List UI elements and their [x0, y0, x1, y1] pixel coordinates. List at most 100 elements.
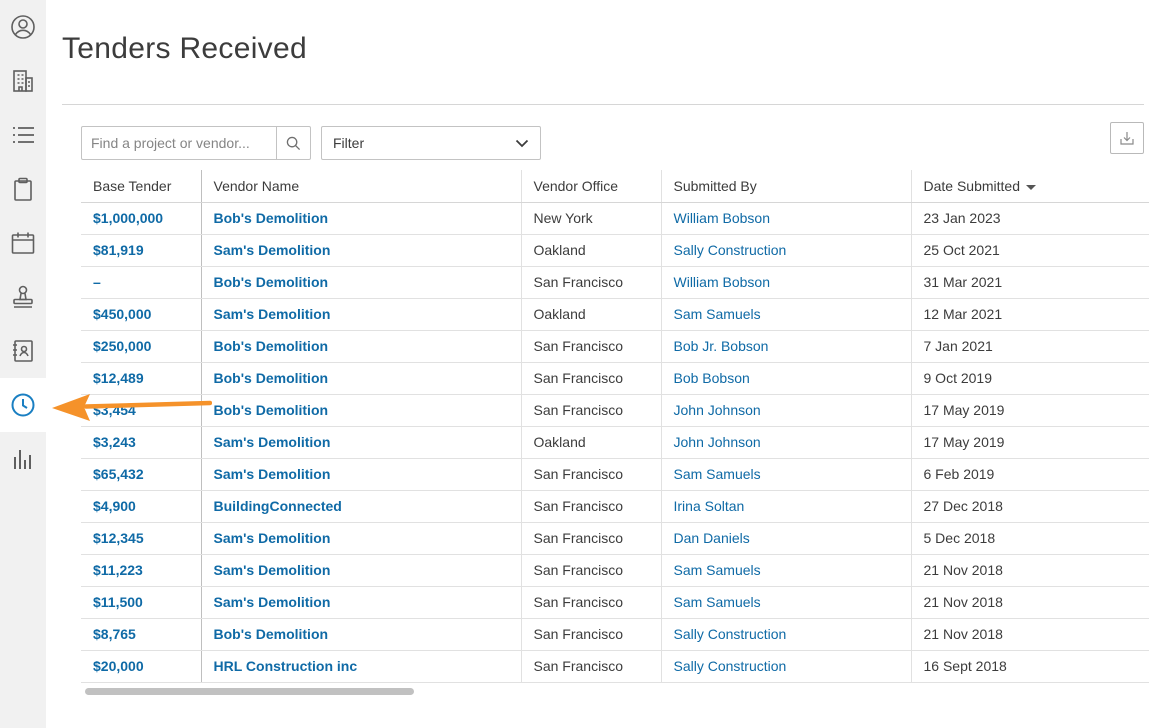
- tenders-table: Base Tender Vendor Name Vendor Office Su…: [81, 170, 1149, 683]
- submitted-by-link[interactable]: Sam Samuels: [660, 458, 911, 491]
- submitted-by-link[interactable]: Dan Daniels: [660, 522, 911, 555]
- horizontal-scrollbar[interactable]: [85, 688, 414, 695]
- calendar-icon: [11, 232, 35, 254]
- vendor-name-link[interactable]: Bob's Demolition: [200, 202, 521, 235]
- column-header-date-submitted[interactable]: Date Submitted: [910, 170, 1149, 203]
- submitted-by-link[interactable]: Sally Construction: [660, 234, 911, 267]
- base-tender-cell[interactable]: $250,000: [81, 330, 202, 363]
- table-row: $20,000 HRL Construction inc San Francisco…: [81, 650, 1149, 683]
- base-tender-cell[interactable]: $81,919: [81, 234, 202, 267]
- column-header-vendor-office[interactable]: Vendor Office: [520, 170, 661, 203]
- clock-icon: [11, 393, 35, 417]
- vendor-office-cell: San Francisco: [520, 490, 661, 523]
- list-icon: [13, 127, 34, 143]
- vendor-office-cell: San Francisco: [520, 394, 661, 427]
- vendor-office-cell: Oakland: [520, 298, 661, 331]
- column-header-vendor-name[interactable]: Vendor Name: [200, 170, 521, 203]
- base-tender-cell[interactable]: $450,000: [81, 298, 202, 331]
- submitted-by-link[interactable]: Irina Soltan: [660, 490, 911, 523]
- filter-dropdown[interactable]: Filter: [321, 126, 541, 160]
- stamp-icon: [13, 285, 33, 308]
- date-submitted-cell: 17 May 2019: [910, 426, 1149, 459]
- base-tender-cell[interactable]: $8,765: [81, 618, 202, 651]
- sidebar-item-clipboard[interactable]: [0, 162, 46, 216]
- vendor-name-link[interactable]: Sam's Demolition: [200, 234, 521, 267]
- base-tender-cell[interactable]: $65,432: [81, 458, 202, 491]
- table-row: $12,489 Bob's Demolition San Francisco Bob …: [81, 362, 1149, 395]
- base-tender-cell[interactable]: $4,900: [81, 490, 202, 523]
- submitted-by-link[interactable]: Sam Samuels: [660, 586, 911, 619]
- submitted-by-link[interactable]: Sam Samuels: [660, 554, 911, 587]
- vendor-office-cell: San Francisco: [520, 618, 661, 651]
- date-submitted-cell: 23 Jan 2023: [910, 202, 1149, 235]
- sidebar-item-contacts[interactable]: [0, 324, 46, 378]
- vendor-name-link[interactable]: Sam's Demolition: [200, 298, 521, 331]
- user-circle-icon: [11, 15, 35, 39]
- search-button[interactable]: [276, 127, 310, 159]
- table-row: $8,765 Bob's Demolition San Francisco Sally…: [81, 618, 1149, 651]
- submitted-by-link[interactable]: William Bobson: [660, 202, 911, 235]
- vendor-name-link[interactable]: Bob's Demolition: [200, 330, 521, 363]
- vendor-office-cell: San Francisco: [520, 266, 661, 299]
- date-submitted-cell: 7 Jan 2021: [910, 330, 1149, 363]
- submitted-by-link[interactable]: Sam Samuels: [660, 298, 911, 331]
- base-tender-cell[interactable]: $12,345: [81, 522, 202, 555]
- base-tender-cell[interactable]: $11,223: [81, 554, 202, 587]
- vendor-name-link[interactable]: Bob's Demolition: [200, 266, 521, 299]
- base-tender-cell[interactable]: $11,500: [81, 586, 202, 619]
- export-button[interactable]: [1110, 122, 1144, 154]
- vendor-name-link[interactable]: Sam's Demolition: [200, 554, 521, 587]
- page-title: Tenders Received: [62, 32, 307, 65]
- table-row: $65,432 Sam's Demolition San Francisco Sam …: [81, 458, 1149, 491]
- sidebar-item-tenders[interactable]: [0, 378, 46, 432]
- search-input[interactable]: [82, 127, 276, 159]
- submitted-by-link[interactable]: John Johnson: [660, 394, 911, 427]
- sidebar-item-reports[interactable]: [0, 432, 46, 486]
- vendor-name-link[interactable]: Bob's Demolition: [200, 394, 521, 427]
- column-header-base-tender[interactable]: Base Tender: [81, 170, 202, 203]
- vendor-office-cell: San Francisco: [520, 522, 661, 555]
- table-row: $81,919 Sam's Demolition Oakland Sally Cons…: [81, 234, 1149, 267]
- sidebar-item-profile[interactable]: [0, 0, 46, 54]
- date-submitted-cell: 9 Oct 2019: [910, 362, 1149, 395]
- submitted-by-link[interactable]: John Johnson: [660, 426, 911, 459]
- sidebar-item-stamp[interactable]: [0, 270, 46, 324]
- bar-chart-icon: [14, 450, 31, 469]
- column-header-submitted-by[interactable]: Submitted By: [660, 170, 911, 203]
- vendor-name-link[interactable]: Sam's Demolition: [200, 458, 521, 491]
- vendor-name-link[interactable]: Bob's Demolition: [200, 618, 521, 651]
- base-tender-cell[interactable]: $3,243: [81, 426, 202, 459]
- vendor-office-cell: San Francisco: [520, 362, 661, 395]
- sidebar-item-list[interactable]: [0, 108, 46, 162]
- vendor-name-link[interactable]: BuildingConnected: [200, 490, 521, 523]
- table-row: $3,454 Bob's Demolition San Francisco John …: [81, 394, 1149, 427]
- sidebar-item-companies[interactable]: [0, 54, 46, 108]
- sidebar-item-calendar[interactable]: [0, 216, 46, 270]
- vendor-name-link[interactable]: Sam's Demolition: [200, 522, 521, 555]
- base-tender-cell[interactable]: –: [81, 266, 202, 299]
- vendor-name-link[interactable]: HRL Construction inc: [200, 650, 521, 683]
- date-submitted-cell: 27 Dec 2018: [910, 490, 1149, 523]
- base-tender-cell[interactable]: $20,000: [81, 650, 202, 683]
- date-submitted-cell: 16 Sept 2018: [910, 650, 1149, 683]
- date-submitted-cell: 21 Nov 2018: [910, 586, 1149, 619]
- vendor-name-link[interactable]: Bob's Demolition: [200, 362, 521, 395]
- search-box: [81, 126, 311, 160]
- base-tender-cell[interactable]: $1,000,000: [81, 202, 202, 235]
- date-submitted-cell: 12 Mar 2021: [910, 298, 1149, 331]
- annotation-arrow: [52, 394, 212, 421]
- vendor-name-link[interactable]: Sam's Demolition: [200, 586, 521, 619]
- table-row: $3,243 Sam's Demolition Oakland John Johnso…: [81, 426, 1149, 459]
- date-submitted-cell: 5 Dec 2018: [910, 522, 1149, 555]
- submitted-by-link[interactable]: William Bobson: [660, 266, 911, 299]
- vendor-name-link[interactable]: Sam's Demolition: [200, 426, 521, 459]
- table-body: $1,000,000 Bob's Demolition New York Willia…: [81, 202, 1149, 683]
- submitted-by-link[interactable]: Bob Bobson: [660, 362, 911, 395]
- submitted-by-link[interactable]: Sally Construction: [660, 618, 911, 651]
- submitted-by-link[interactable]: Sally Construction: [660, 650, 911, 683]
- table-row: $4,900 BuildingConnected San Francisco Irin…: [81, 490, 1149, 523]
- vendor-office-cell: San Francisco: [520, 650, 661, 683]
- sidebar: [0, 0, 46, 728]
- vendor-office-cell: San Francisco: [520, 554, 661, 587]
- submitted-by-link[interactable]: Bob Jr. Bobson: [660, 330, 911, 363]
